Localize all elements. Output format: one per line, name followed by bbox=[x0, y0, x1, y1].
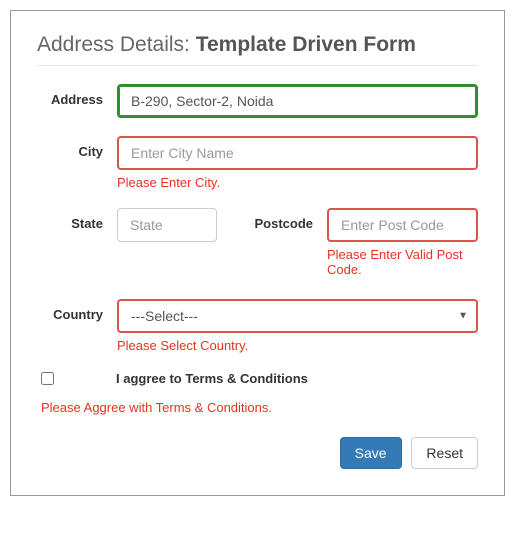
postcode-error: Please Enter Valid Post Code. bbox=[327, 247, 478, 277]
city-input[interactable] bbox=[117, 136, 478, 170]
row-city: City Please Enter City. bbox=[37, 136, 478, 190]
heading-prefix: Address Details: bbox=[37, 33, 196, 56]
state-label: State bbox=[37, 208, 117, 231]
agree-checkbox[interactable] bbox=[41, 372, 54, 385]
agree-error: Please Aggree with Terms & Conditions. bbox=[41, 400, 478, 415]
city-error: Please Enter City. bbox=[117, 175, 478, 190]
state-input[interactable] bbox=[117, 208, 217, 242]
form-panel: Address Details: Template Driven Form Ad… bbox=[10, 10, 505, 496]
save-button[interactable]: Save bbox=[340, 437, 402, 469]
button-row: Save Reset bbox=[37, 437, 478, 469]
agree-label: I aggree to Terms & Conditions bbox=[116, 371, 308, 386]
row-address: Address bbox=[37, 84, 478, 118]
country-label: Country bbox=[37, 299, 117, 322]
country-error: Please Select Country. bbox=[117, 338, 478, 353]
page-title: Address Details: Template Driven Form bbox=[37, 33, 478, 66]
reset-button[interactable]: Reset bbox=[411, 437, 478, 469]
heading-bold: Template Driven Form bbox=[196, 33, 416, 56]
row-country: Country ---Select--- ▼ Please Select Cou… bbox=[37, 299, 478, 353]
postcode-label: Postcode bbox=[217, 208, 327, 231]
address-label: Address bbox=[37, 84, 117, 107]
postcode-input[interactable] bbox=[327, 208, 478, 242]
country-select[interactable]: ---Select--- bbox=[117, 299, 478, 333]
row-state-postcode: State Postcode Please Enter Valid Post C… bbox=[37, 208, 478, 277]
address-input[interactable] bbox=[117, 84, 478, 118]
city-label: City bbox=[37, 136, 117, 159]
row-agree: I aggree to Terms & Conditions bbox=[37, 371, 478, 386]
